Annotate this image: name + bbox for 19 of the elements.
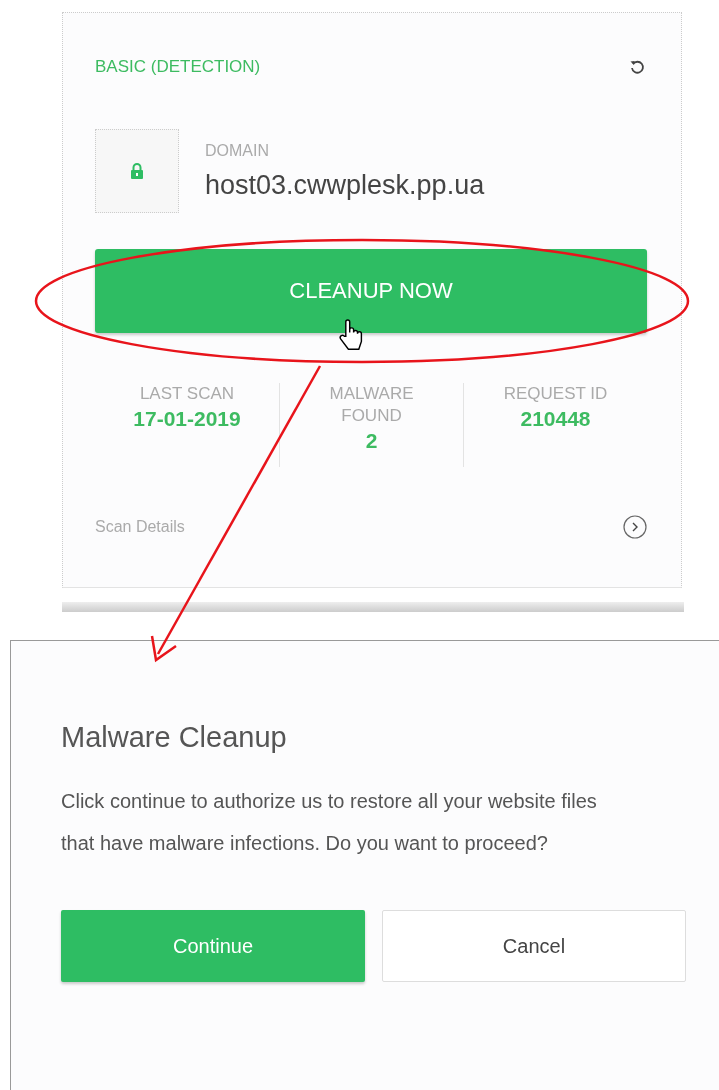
card-title: BASIC (DETECTION) — [95, 57, 261, 77]
cleanup-now-button[interactable]: CLEANUP NOW — [95, 249, 647, 333]
dialog-message: Click continue to authorize us to restore all your website files that have malware infections. Do you want to proceed? — [61, 789, 598, 856]
stat-value: 17-01-2019 — [133, 406, 241, 433]
stat-label: MALWARE FOUND — [328, 383, 415, 428]
cancel-button[interactable]: Cancel — [382, 910, 686, 982]
dialog-title: Malware Cleanup — [61, 721, 288, 754]
hand-cursor-icon — [338, 318, 364, 352]
stat-value: 2 — [365, 428, 378, 455]
domain-label: DOMAIN — [205, 141, 270, 160]
continue-button[interactable]: Continue — [61, 910, 365, 982]
stat-value: 210448 — [520, 406, 591, 433]
stat-label: REQUEST ID — [503, 383, 608, 405]
stat-label: LAST SCAN — [139, 383, 235, 405]
refresh-icon[interactable] — [629, 59, 645, 75]
lock-icon — [130, 163, 144, 179]
chevron-right-icon[interactable] — [623, 515, 647, 539]
domain-name: host03.cwwplesk.pp.ua — [205, 169, 485, 201]
scan-details-link[interactable]: Scan Details — [95, 518, 185, 536]
